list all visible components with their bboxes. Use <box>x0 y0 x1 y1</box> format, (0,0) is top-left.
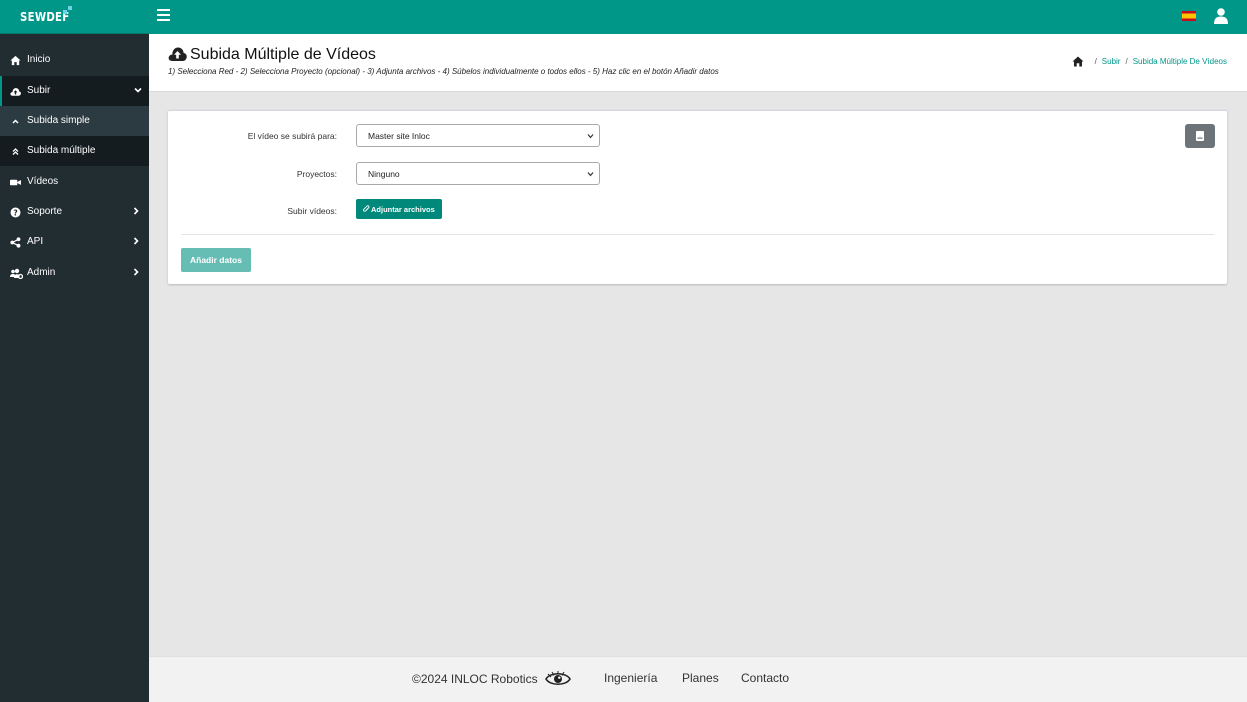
chevron-right-icon <box>133 237 139 245</box>
share-icon <box>10 237 21 248</box>
content-header: Subida Múltiple de Vídeos 1) Selecciona … <box>149 34 1247 92</box>
sidebar: Inicio Subir Subida simple Subida múltip… <box>0 34 149 702</box>
top-navbar: SEWDEF <box>0 0 1247 34</box>
breadcrumb-current[interactable]: Subida Múltiple De Vídeos <box>1133 57 1227 66</box>
network-select-value: Master site Inloc <box>368 131 430 141</box>
sidebar-item-subida-simple[interactable]: Subida simple <box>0 106 149 136</box>
breadcrumb-separator: / <box>1094 57 1097 66</box>
sidebar-item-label: Inicio <box>27 54 51 65</box>
sidebar-item-subir[interactable]: Subir <box>0 76 149 106</box>
sidebar-item-label: Vídeos <box>27 176 59 187</box>
sidebar-item-api[interactable]: API <box>0 227 149 257</box>
sidebar-item-inicio[interactable]: Inicio <box>0 45 149 75</box>
users-cog-icon <box>10 268 23 279</box>
project-label: Proyectos: <box>296 169 337 179</box>
chevron-down-icon <box>134 87 142 93</box>
cloud-upload-icon <box>10 88 21 96</box>
project-select[interactable]: Ninguno <box>356 162 600 185</box>
home-icon[interactable] <box>1072 56 1084 67</box>
brand-logo[interactable]: SEWDEF <box>0 0 149 34</box>
sidebar-item-label: Soporte <box>27 206 63 217</box>
network-label: El vídeo se subirá para: <box>247 131 337 141</box>
chevron-down-icon <box>587 134 594 139</box>
chevron-up-icon <box>12 119 19 124</box>
upload-videos-label: Subir vídeos: <box>287 206 337 216</box>
sidebar-item-label: API <box>27 236 44 247</box>
document-button[interactable] <box>1185 124 1215 148</box>
menu-toggle-icon[interactable] <box>157 9 170 21</box>
attach-files-label: Adjuntar archivos <box>371 205 435 214</box>
footer-link-planes[interactable]: Planes <box>682 671 719 685</box>
user-icon[interactable] <box>1214 8 1228 24</box>
sidebar-item-label: Admin <box>27 267 56 278</box>
network-select[interactable]: Master site Inloc <box>356 124 600 147</box>
add-data-button[interactable]: Añadir datos <box>181 248 251 272</box>
footer-link-contacto[interactable]: Contacto <box>741 671 789 685</box>
sidebar-item-label: Subir <box>27 85 51 96</box>
sidebar-item-admin[interactable]: Admin <box>0 258 149 288</box>
page-title: Subida Múltiple de Vídeos <box>190 46 376 63</box>
sidebar-item-videos[interactable]: Vídeos <box>0 167 149 197</box>
add-data-label: Añadir datos <box>190 255 242 265</box>
breadcrumb-separator: / <box>1125 57 1128 66</box>
cloud-upload-icon <box>168 47 187 61</box>
sidebar-item-subida-multiple[interactable]: Subida múltiple <box>0 136 149 166</box>
home-icon <box>10 55 21 66</box>
project-select-value: Ninguno <box>368 169 400 179</box>
chevron-right-icon <box>133 207 139 215</box>
inloc-eye-logo-icon <box>545 671 571 686</box>
document-icon <box>1196 131 1204 141</box>
svg-text:?: ? <box>13 208 17 217</box>
page-instructions: 1) Selecciona Red - 2) Selecciona Proyec… <box>168 67 719 76</box>
attach-files-button[interactable]: Adjuntar archivos <box>356 199 442 219</box>
chevron-right-icon <box>133 268 139 276</box>
sidebar-item-soporte[interactable]: ? Soporte <box>0 197 149 227</box>
paperclip-icon <box>363 205 370 212</box>
footer-link-ingenieria[interactable]: Ingeniería <box>604 671 657 685</box>
upload-form-card: El vídeo se subirá para: Master site Inl… <box>168 110 1227 284</box>
chevron-down-icon <box>587 172 594 177</box>
sidebar-item-label: Subida simple <box>27 115 90 126</box>
spain-flag-icon[interactable] <box>1182 11 1196 21</box>
breadcrumb: / Subir / Subida Múltiple De Vídeos <box>1072 56 1227 67</box>
double-chevron-up-icon <box>12 148 19 155</box>
sidebar-item-label: Subida múltiple <box>27 145 96 156</box>
breadcrumb-link-subir[interactable]: Subir <box>1102 57 1121 66</box>
footer: ©2024 INLOC Robotics Ingeniería Planes C… <box>149 656 1247 702</box>
form-divider <box>181 234 1214 235</box>
question-circle-icon: ? <box>10 207 21 218</box>
footer-copyright: ©2024 INLOC Robotics <box>412 672 538 686</box>
video-camera-icon <box>10 179 21 186</box>
